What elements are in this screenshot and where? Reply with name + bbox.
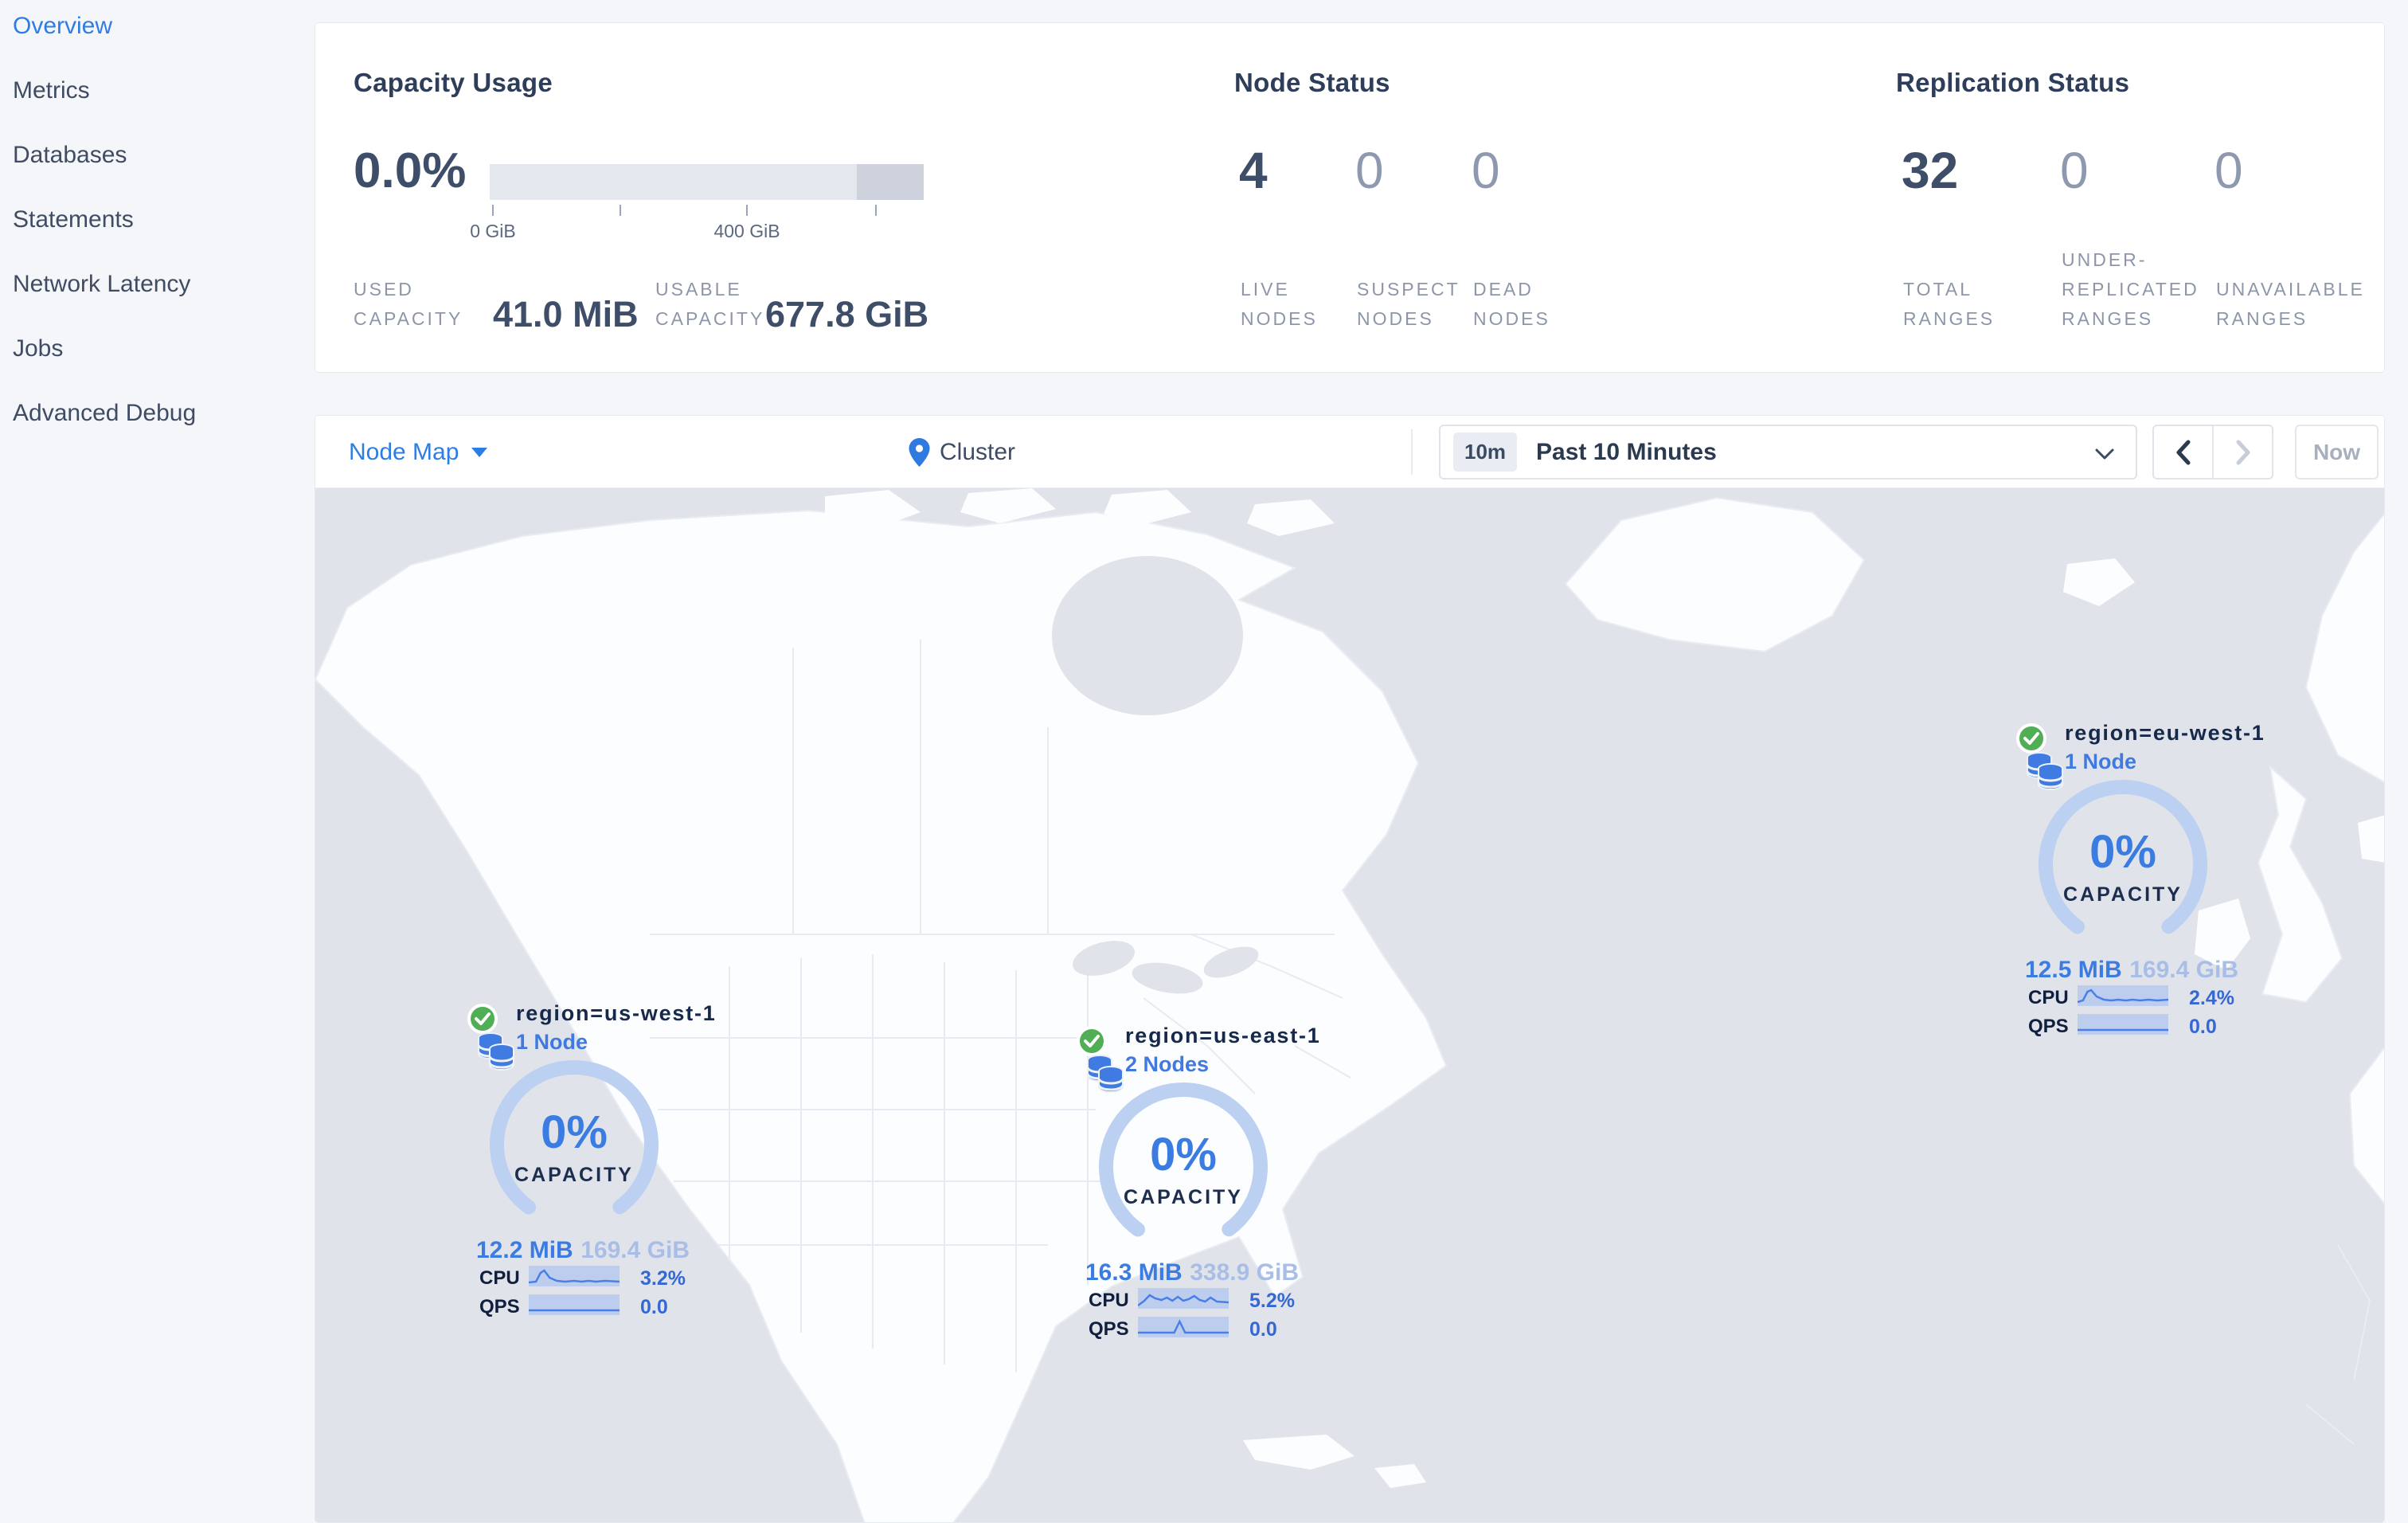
cpu-sparkline [529, 1266, 620, 1286]
total-capacity: 169.4 GiB [580, 1237, 690, 1263]
qps-sparkline [529, 1294, 620, 1315]
capacity-bar-tick [492, 205, 494, 216]
node-map: region=us-west-1 1 Node 0% CAPACITY 12.2… [315, 488, 2384, 1522]
capacity-tick-label-400: 400 GiB [713, 221, 780, 241]
total-ranges-count: 32 [1902, 142, 1959, 199]
node-map-panel: Node Map Cluster 10m Past 10 Minutes Now… [315, 415, 2385, 1523]
map-pin-icon [909, 437, 930, 467]
capacity-tick-label-0: 0 GiB [470, 221, 516, 241]
gauge-capacity-label: CAPACITY [2063, 883, 2183, 906]
cpu-sparkline [2078, 985, 2168, 1006]
capacity-bar-tick [875, 205, 877, 216]
capacity-usage-title: Capacity Usage [354, 68, 553, 97]
unavailable-ranges-label: UNAVAILABLE RANGES [2216, 279, 2365, 329]
node-status-title: Node Status [1234, 68, 1390, 97]
gauge-percent: 0% [541, 1106, 608, 1158]
view-mode-dropdown[interactable]: Node Map [349, 416, 488, 488]
qps-sparkline [2078, 1014, 2168, 1035]
dead-nodes-label: DEAD NODES [1473, 279, 1550, 329]
capacity-bar [490, 164, 924, 200]
total-capacity: 169.4 GiB [2129, 957, 2238, 983]
total-ranges-label: TOTAL RANGES [1903, 279, 1996, 329]
sidebar-item-overview[interactable]: Overview [13, 14, 315, 38]
dead-nodes-count: 0 [1472, 142, 1500, 199]
view-mode-label: Node Map [349, 438, 459, 465]
sidebar-item-advanced-debug[interactable]: Advanced Debug [13, 401, 315, 425]
chevron-left-icon [2176, 440, 2190, 464]
live-nodes-count: 4 [1239, 142, 1268, 199]
under-replicated-ranges-label: UNDER-REPLICATED RANGES [2062, 249, 2199, 329]
sidebar: Overview Metrics Databases Statements Ne… [0, 0, 315, 1523]
cpu-label: CPU [1089, 1290, 1129, 1311]
used-capacity-label: USED CAPACITY [354, 279, 463, 329]
region-label[interactable]: region=us-west-1 [516, 1001, 717, 1026]
used-capacity: 12.2 MiB [476, 1237, 573, 1263]
sidebar-nav: Overview Metrics Databases Statements Ne… [13, 14, 315, 425]
sidebar-item-metrics[interactable]: Metrics [13, 79, 315, 103]
region-nodes-link[interactable]: 1 Node [2065, 750, 2136, 774]
capacity-bar-tick [746, 205, 748, 216]
region-nodes-link[interactable]: 2 Nodes [1125, 1052, 1209, 1077]
chevron-down-icon [2095, 448, 2114, 460]
live-nodes-label: LIVE NODES [1241, 279, 1318, 329]
map-breadcrumb[interactable]: Cluster [909, 416, 1015, 488]
usable-capacity-label: USABLE CAPACITY [655, 279, 765, 329]
capacity-used-percent: 0.0% [354, 143, 467, 198]
qps-label: QPS [1089, 1318, 1129, 1340]
cpu-sparkline [1138, 1288, 1229, 1309]
time-range-label: Past 10 Minutes [1536, 438, 1717, 465]
time-forward-button[interactable] [2212, 426, 2272, 478]
toolbar-divider [1411, 429, 1413, 475]
qps-value: 0.0 [1249, 1318, 1277, 1341]
cpu-label: CPU [479, 1267, 520, 1289]
sidebar-item-network-latency[interactable]: Network Latency [13, 272, 315, 296]
cluster-summary-panel: Capacity Usage 0.0% 0 GiB 400 GiB USED C… [315, 22, 2385, 373]
time-back-button[interactable] [2154, 426, 2212, 478]
chevron-right-icon [2236, 440, 2250, 464]
gauge-percent: 0% [2089, 826, 2156, 878]
region-label[interactable]: region=eu-west-1 [2065, 721, 2265, 746]
capacity-bar-reserved-segment [856, 164, 924, 200]
used-capacity-value: 41.0 MiB [493, 294, 639, 335]
time-pager [2152, 425, 2273, 480]
time-range-badge: 10m [1453, 433, 1518, 472]
suspect-nodes-label: SUSPECT NODES [1357, 279, 1460, 329]
sidebar-item-jobs[interactable]: Jobs [13, 337, 315, 361]
usable-capacity-value: 677.8 GiB [765, 294, 929, 335]
region-label[interactable]: region=us-east-1 [1125, 1024, 1321, 1048]
qps-sparkline [1138, 1317, 1229, 1337]
qps-value: 0.0 [2189, 1016, 2217, 1038]
qps-label: QPS [2028, 1016, 2069, 1037]
caret-down-icon [471, 447, 488, 457]
cpu-value: 2.4% [2189, 987, 2234, 1009]
sidebar-item-statements[interactable]: Statements [13, 208, 315, 232]
sidebar-item-databases[interactable]: Databases [13, 143, 315, 167]
gauge-percent: 0% [1150, 1129, 1217, 1180]
gauge-capacity-label: CAPACITY [1124, 1186, 1243, 1208]
region-nodes-link[interactable]: 1 Node [516, 1030, 588, 1055]
gauge-capacity-label: CAPACITY [514, 1164, 634, 1186]
used-capacity: 12.5 MiB [2025, 957, 2122, 983]
capacity-bar-tick [620, 205, 621, 216]
total-capacity: 338.9 GiB [1190, 1259, 1299, 1286]
time-range-dropdown[interactable]: 10m Past 10 Minutes [1439, 425, 2137, 480]
qps-label: QPS [479, 1296, 520, 1317]
breadcrumb-label: Cluster [940, 438, 1016, 465]
now-button[interactable]: Now [2295, 425, 2379, 480]
map-toolbar: Node Map Cluster 10m Past 10 Minutes Now [315, 416, 2384, 488]
unavailable-ranges-count: 0 [2214, 142, 2243, 199]
suspect-nodes-count: 0 [1355, 142, 1384, 199]
under-replicated-ranges-count: 0 [2060, 142, 2089, 199]
qps-value: 0.0 [640, 1296, 668, 1318]
cpu-label: CPU [2028, 987, 2069, 1008]
cpu-value: 3.2% [640, 1267, 686, 1290]
replication-status-title: Replication Status [1896, 68, 2130, 97]
used-capacity: 16.3 MiB [1085, 1259, 1182, 1286]
cpu-value: 5.2% [1249, 1290, 1295, 1312]
